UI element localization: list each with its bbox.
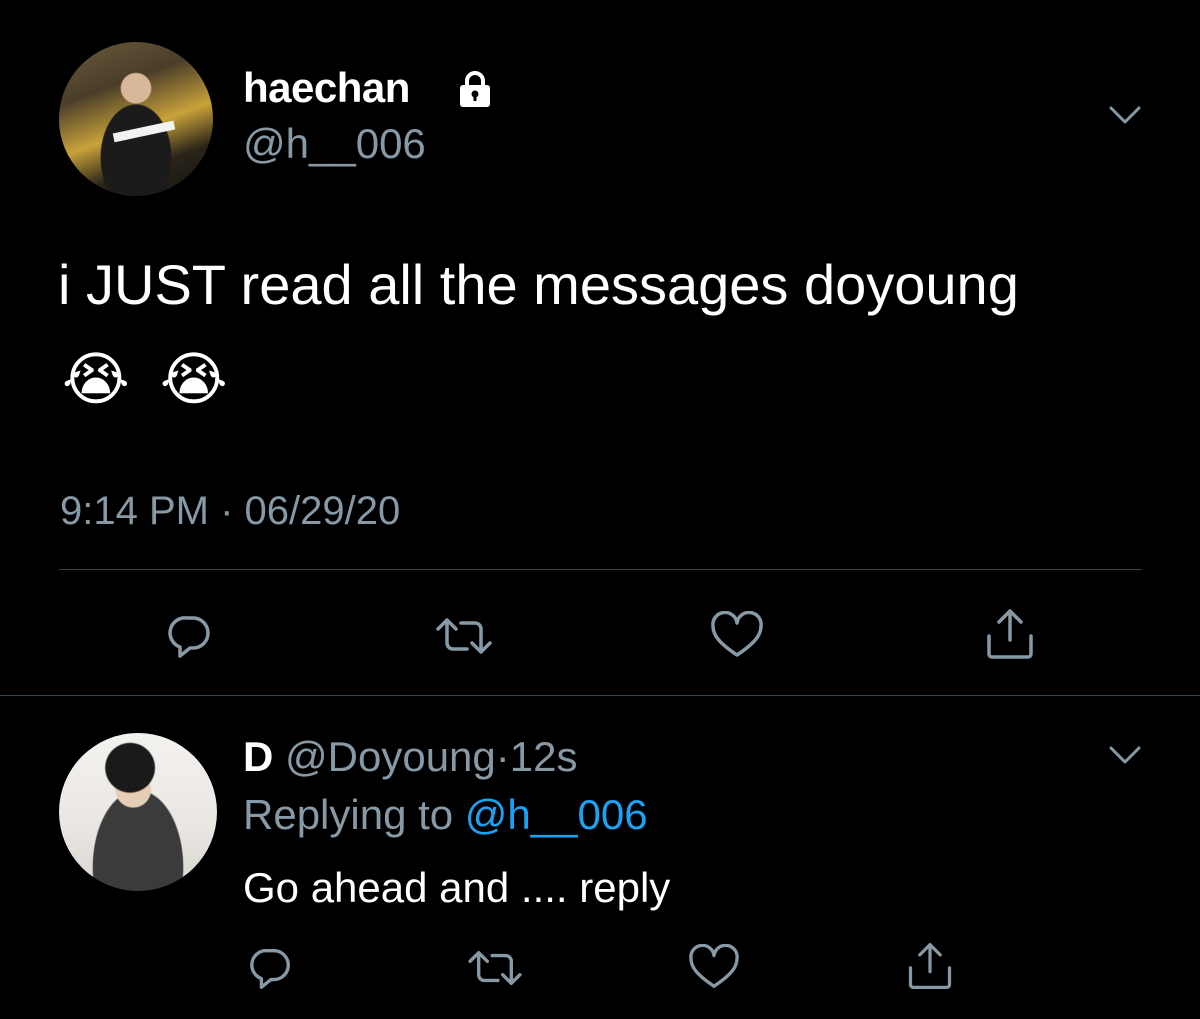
reply-button[interactable]: [243, 940, 299, 996]
chevron-down-icon[interactable]: [1105, 740, 1145, 770]
reply-icon: [168, 616, 210, 658]
chevron-down-icon[interactable]: [1105, 100, 1145, 130]
share-icon: [908, 943, 952, 989]
retweet-icon: [468, 950, 522, 986]
share-icon: [987, 609, 1033, 659]
retweet-icon: [436, 618, 492, 654]
loudly-crying-emoji: 😭: [159, 347, 228, 412]
tweet-emojis: 😭 😭: [62, 340, 242, 420]
replying-to: Replying to @h__006: [243, 789, 648, 841]
like-button[interactable]: [707, 608, 767, 664]
reply-button[interactable]: [160, 608, 220, 664]
reply-time[interactable]: 12s: [510, 733, 578, 780]
tweet-text: i JUST read all the messages doyoung: [58, 253, 1019, 316]
avatar[interactable]: [59, 42, 213, 196]
separator-dot: ·: [495, 733, 510, 780]
loudly-crying-emoji: 😭: [62, 347, 130, 412]
reply-header: D @Doyoung·12s: [243, 731, 578, 783]
avatar[interactable]: [59, 733, 217, 891]
replying-to-link[interactable]: @h__006: [465, 791, 648, 838]
share-button[interactable]: [980, 604, 1040, 664]
lock-icon: [460, 71, 490, 107]
share-button[interactable]: [902, 936, 958, 996]
reply-text: Go ahead and .... reply: [243, 864, 671, 911]
display-name[interactable]: haechan: [243, 62, 410, 114]
like-button[interactable]: [686, 940, 742, 996]
reply-icon: [250, 948, 290, 989]
replying-to-label: Replying to: [243, 791, 454, 838]
tweet-timestamp[interactable]: 9:14 PM · 06/29/20: [60, 486, 400, 536]
retweet-button[interactable]: [430, 608, 498, 664]
user-handle[interactable]: @Doyoung: [285, 733, 496, 780]
like-icon: [711, 611, 763, 657]
divider: [59, 569, 1142, 570]
retweet-button[interactable]: [462, 940, 528, 996]
user-handle[interactable]: @h__006: [243, 118, 426, 170]
divider: [0, 695, 1200, 696]
like-icon: [689, 944, 739, 988]
display-name[interactable]: D: [243, 733, 273, 780]
